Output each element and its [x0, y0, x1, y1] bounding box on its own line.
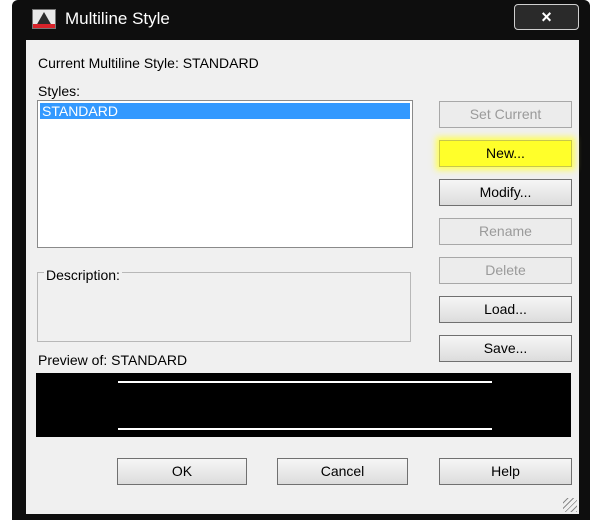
close-button[interactable]: ×	[514, 4, 579, 30]
preview-line-top	[118, 381, 492, 383]
ok-button[interactable]: OK	[117, 458, 247, 485]
current-style-label: Current Multiline Style: STANDARD	[38, 55, 259, 71]
set-current-button[interactable]: Set Current	[439, 101, 572, 128]
new-button[interactable]: New...	[439, 140, 572, 167]
rename-button[interactable]: Rename	[439, 218, 572, 245]
delete-button[interactable]: Delete	[439, 257, 572, 284]
dialog-body: Current Multiline Style: STANDARD Styles…	[26, 40, 579, 514]
multiline-style-dialog: Multiline Style × Current Multiline Styl…	[12, 0, 590, 520]
autocad-icon	[32, 9, 56, 29]
cancel-button[interactable]: Cancel	[277, 458, 408, 485]
modify-button[interactable]: Modify...	[439, 179, 572, 206]
title-bar[interactable]: Multiline Style ×	[12, 0, 590, 38]
preview-pane	[36, 373, 571, 437]
preview-line-bottom	[118, 428, 492, 430]
help-button[interactable]: Help	[439, 458, 572, 485]
save-button[interactable]: Save...	[439, 335, 572, 362]
dialog-title: Multiline Style	[65, 9, 170, 28]
load-button[interactable]: Load...	[439, 296, 572, 323]
resize-grip-icon[interactable]	[563, 498, 577, 512]
preview-label: Preview of: STANDARD	[38, 352, 188, 368]
styles-list-item-standard[interactable]: STANDARD	[40, 103, 410, 119]
close-icon: ×	[541, 7, 552, 27]
styles-list[interactable]: STANDARD	[37, 100, 413, 248]
styles-label: Styles:	[38, 83, 81, 99]
description-label: Description:	[44, 267, 122, 283]
